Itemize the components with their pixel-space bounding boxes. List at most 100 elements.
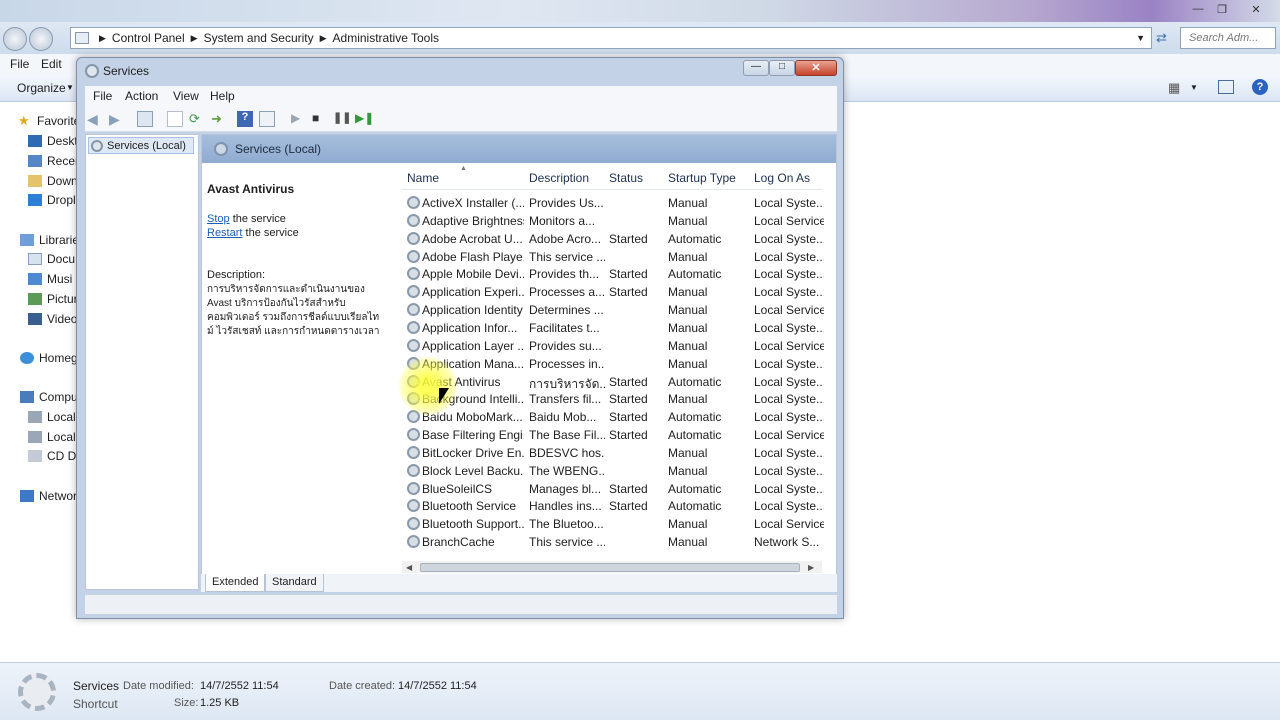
table-row[interactable]: BranchCache This service ... Manual Network… bbox=[402, 533, 822, 551]
nav-item-local-disk-1[interactable]: Local bbox=[28, 410, 76, 424]
table-row[interactable]: Application Mana... Processes in... Manual… bbox=[402, 355, 824, 373]
column-header-description[interactable]: Description bbox=[529, 171, 589, 185]
service-gear-icon bbox=[407, 517, 420, 531]
nav-item-homegroup[interactable]: Homeg bbox=[20, 351, 78, 365]
services-close-button[interactable]: ✕ bbox=[795, 60, 837, 76]
drive-icon bbox=[28, 411, 42, 423]
restart-service-icon[interactable]: ▶❚ bbox=[355, 111, 374, 127]
table-row[interactable]: Apple Mobile Devi... Provides th... Starte… bbox=[402, 265, 824, 283]
services-titlebar[interactable]: Services — □ ✕ bbox=[77, 58, 843, 84]
table-row[interactable]: Block Level Backu... The WBENG... Manual Lo… bbox=[402, 462, 824, 480]
table-row[interactable]: ActiveX Installer (... Provides Us... Manu… bbox=[402, 194, 824, 212]
refresh-button[interactable]: ⇄ bbox=[1156, 30, 1172, 46]
nav-item-favorites[interactable]: ★ Favorite bbox=[18, 114, 80, 128]
table-row[interactable]: Bluetooth Support... The Bluetoo... Manual… bbox=[402, 515, 824, 533]
breadcrumb-admin-tools[interactable]: Administrative Tools bbox=[333, 31, 440, 45]
column-header-name[interactable]: Name bbox=[407, 171, 439, 185]
table-row[interactable]: BlueSoleilCS Manages bl... Started Automati… bbox=[402, 480, 824, 498]
table-row[interactable]: Bluetooth Service Handles ins... Started Au… bbox=[402, 497, 824, 515]
pause-service-icon[interactable]: ❚❚ bbox=[333, 111, 351, 127]
help-icon[interactable]: ? bbox=[237, 111, 253, 127]
table-row[interactable]: Application Infor... Facilitates t... Manu… bbox=[402, 319, 824, 337]
breadcrumb-control-panel[interactable]: Control Panel bbox=[112, 31, 185, 45]
row-description: Monitors a... bbox=[529, 213, 596, 228]
services-maximize-button[interactable]: □ bbox=[769, 60, 795, 76]
table-row[interactable]: Adobe Flash Playe... This service ... Manu… bbox=[402, 248, 824, 266]
table-row[interactable]: Background Intelli... Transfers fil... Sta… bbox=[402, 390, 824, 408]
menu-edit[interactable]: Edit bbox=[41, 57, 62, 71]
services-menu-file[interactable]: File bbox=[93, 89, 112, 103]
nav-item-cd-drive[interactable]: CD Dr bbox=[28, 449, 80, 463]
nav-item-computer[interactable]: Compu bbox=[20, 390, 78, 404]
address-dropdown-icon[interactable]: ▼ bbox=[1136, 33, 1145, 43]
show-console-tree-icon[interactable] bbox=[137, 111, 153, 127]
forward-button[interactable] bbox=[29, 27, 53, 51]
nav-item-recent[interactable]: Recen bbox=[28, 154, 82, 168]
scroll-right-icon[interactable]: ▶ bbox=[808, 563, 814, 572]
stop-link[interactable]: Stop bbox=[207, 213, 230, 225]
address-bar[interactable]: ▶ Control Panel ▶ System and Security ▶ … bbox=[70, 27, 1152, 49]
table-row[interactable]: Avast Antivirus การบริหารจัด... Started Aut… bbox=[402, 373, 824, 391]
nav-item-desktop[interactable]: Deskt bbox=[28, 134, 78, 148]
stop-service-icon[interactable]: ■ bbox=[312, 111, 328, 127]
column-header-log-on-as[interactable]: Log On As bbox=[754, 171, 810, 185]
table-row[interactable]: Application Layer ... Provides su... Manua… bbox=[402, 337, 824, 355]
tree-item-services-local[interactable]: Services (Local) bbox=[88, 137, 194, 154]
view-options-icon[interactable]: ▦ bbox=[1168, 80, 1180, 96]
column-header-startup-type[interactable]: Startup Type bbox=[668, 171, 736, 185]
table-row[interactable]: BitLocker Drive En... BDESVC hos... Manual… bbox=[402, 444, 824, 462]
breadcrumb-system-security[interactable]: System and Security bbox=[204, 31, 314, 45]
row-log-on-as: Local Syste... bbox=[754, 285, 824, 300]
nav-item-videos[interactable]: Video bbox=[28, 312, 77, 326]
table-row[interactable]: Application Experi... Processes a... Start… bbox=[402, 283, 824, 301]
nav-item-downloads[interactable]: Down bbox=[28, 174, 78, 188]
nav-item-network[interactable]: Networ bbox=[20, 489, 77, 503]
search-input[interactable]: Search Adm... bbox=[1180, 27, 1276, 49]
nav-item-libraries[interactable]: Librarie bbox=[20, 233, 79, 247]
row-startup-type: Manual bbox=[668, 285, 708, 300]
restart-link[interactable]: Restart bbox=[207, 227, 242, 239]
sort-ascending-icon: ▲ bbox=[460, 165, 467, 172]
help-icon[interactable]: ? bbox=[1252, 79, 1268, 95]
close-button[interactable]: ✕ bbox=[1242, 1, 1270, 17]
view-dropdown-icon[interactable]: ▼ bbox=[1190, 83, 1198, 92]
row-log-on-as: Local Service bbox=[754, 213, 824, 228]
properties-icon[interactable] bbox=[167, 111, 183, 127]
nav-item-pictures[interactable]: Pictur bbox=[28, 292, 78, 306]
export-list-icon[interactable]: ➜ bbox=[211, 111, 227, 127]
console-view-icon[interactable] bbox=[259, 111, 275, 127]
services-menu-help[interactable]: Help bbox=[210, 89, 235, 103]
column-header-status[interactable]: Status bbox=[609, 171, 643, 185]
preview-pane-icon[interactable] bbox=[1218, 80, 1234, 94]
nav-item-music[interactable]: Musi bbox=[28, 272, 72, 286]
table-row[interactable]: Base Filtering Engi... The Base Fil... Sta… bbox=[402, 426, 824, 444]
services-menu-view[interactable]: View bbox=[173, 89, 199, 103]
menu-file[interactable]: File bbox=[10, 57, 29, 71]
nav-item-documents[interactable]: Docu bbox=[28, 252, 75, 266]
organize-button[interactable]: Organize bbox=[17, 81, 66, 95]
row-status: Started bbox=[609, 267, 648, 282]
table-row[interactable]: Adaptive Brightness Monitors a... Manual Lo… bbox=[402, 212, 824, 230]
back-button[interactable] bbox=[3, 27, 27, 51]
nav-item-dropbox[interactable]: Dropl bbox=[28, 193, 76, 207]
service-gear-icon bbox=[407, 392, 420, 406]
services-minimize-button[interactable]: — bbox=[743, 60, 769, 76]
nav-item-local-disk-2[interactable]: Local bbox=[28, 430, 76, 444]
horizontal-scroll-thumb[interactable] bbox=[420, 563, 800, 572]
back-arrow-icon[interactable]: ◀ bbox=[87, 111, 103, 127]
forward-arrow-icon[interactable]: ▶ bbox=[109, 111, 125, 127]
row-startup-type: Automatic bbox=[668, 410, 722, 425]
horizontal-scrollbar[interactable]: ◀ ▶ bbox=[402, 561, 822, 573]
table-row[interactable]: Baidu MoboMark... Baidu Mob... Started Auto… bbox=[402, 408, 824, 426]
row-log-on-as: Local Syste... bbox=[754, 374, 824, 389]
maximize-button[interactable]: ❐ bbox=[1208, 1, 1236, 17]
tab-standard[interactable]: Standard bbox=[265, 574, 324, 592]
table-row[interactable]: Application Identity Determines ... Manual… bbox=[402, 301, 824, 319]
tab-extended[interactable]: Extended bbox=[205, 574, 266, 592]
start-service-icon[interactable]: ▶ bbox=[291, 111, 307, 127]
row-status: Started bbox=[609, 481, 648, 496]
refresh-icon[interactable]: ⟳ bbox=[189, 111, 205, 127]
services-menu-action[interactable]: Action bbox=[125, 89, 158, 103]
scroll-left-icon[interactable]: ◀ bbox=[406, 563, 412, 572]
table-row[interactable]: Adobe Acrobat U... Adobe Acro... Started Au… bbox=[402, 230, 824, 248]
